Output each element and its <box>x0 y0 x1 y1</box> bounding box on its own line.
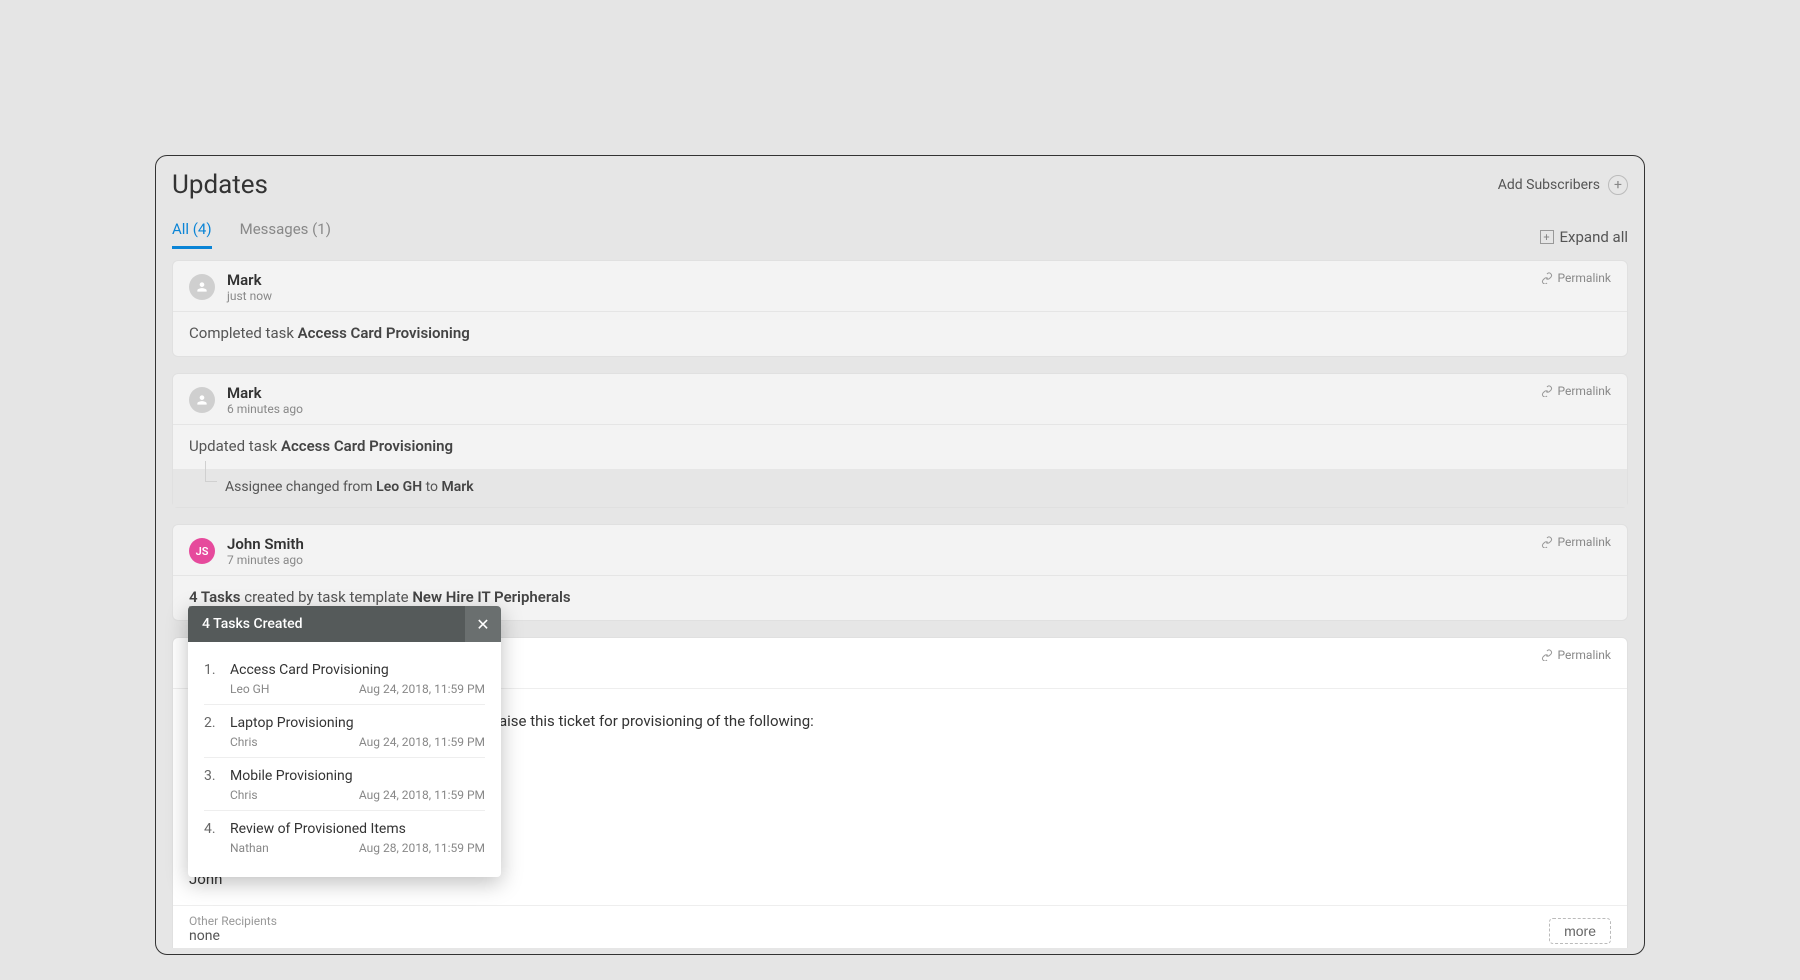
task-due: Aug 24, 2018, 11:59 PM <box>359 682 485 696</box>
avatar <box>189 387 215 413</box>
card-header: Mark 6 minutes ago Permalink <box>173 374 1627 425</box>
permalink-label: Permalink <box>1557 535 1611 549</box>
other-recipients-value: none <box>189 928 277 944</box>
task-item[interactable]: 1. Access Card Provisioning Leo GH Aug 2… <box>204 652 485 704</box>
change-detail: Assignee changed from Leo GH to Mark <box>173 469 1627 507</box>
permalink-label: Permalink <box>1557 384 1611 398</box>
popup-header: 4 Tasks Created ✕ <box>188 606 501 642</box>
task-title: Laptop Provisioning <box>230 715 485 731</box>
tab-all[interactable]: All (4) <box>172 220 212 249</box>
permalink-link[interactable]: Permalink <box>1541 648 1611 662</box>
avatar: JS <box>189 538 215 564</box>
tabs-row: All (4) Messages (1) + Expand all <box>156 220 1644 250</box>
link-icon <box>1541 649 1553 661</box>
task-index: 2. <box>204 715 220 749</box>
task-item[interactable]: 4. Review of Provisioned Items Nathan Au… <box>204 810 485 863</box>
card-header: JS John Smith 7 minutes ago Permalink <box>173 525 1627 576</box>
card-body: Updated task Access Card Provisioning <box>173 425 1627 469</box>
permalink-link[interactable]: Permalink <box>1541 271 1611 285</box>
task-index: 1. <box>204 662 220 696</box>
task-link[interactable]: Access Card Provisioning <box>281 437 453 455</box>
popup-close-button[interactable]: ✕ <box>465 606 501 642</box>
template-link[interactable]: New Hire IT Peripherals <box>412 588 570 606</box>
permalink-link[interactable]: Permalink <box>1541 535 1611 549</box>
tab-messages[interactable]: Messages (1) <box>240 220 331 249</box>
popup-body: 1. Access Card Provisioning Leo GH Aug 2… <box>188 642 501 877</box>
activity-card: Mark 6 minutes ago Permalink Updated tas… <box>172 373 1628 508</box>
expand-icon: + <box>1540 230 1554 244</box>
task-due: Aug 28, 2018, 11:59 PM <box>359 841 485 855</box>
assignee-from: Leo GH <box>376 479 422 495</box>
tabs: All (4) Messages (1) <box>172 220 331 250</box>
timestamp: just now <box>227 289 272 303</box>
link-icon <box>1541 536 1553 548</box>
created-text: created by task template <box>241 588 413 606</box>
task-assignee: Nathan <box>230 841 269 855</box>
card-header: Mark just now Permalink <box>173 261 1627 312</box>
author-name: Mark <box>227 384 303 402</box>
more-button[interactable]: more <box>1549 918 1611 944</box>
add-subscribers-label: Add Subscribers <box>1498 177 1600 193</box>
author-name: John Smith <box>227 535 304 553</box>
header: Updates Add Subscribers + <box>156 156 1644 208</box>
add-subscribers-button[interactable]: Add Subscribers + <box>1498 175 1628 195</box>
task-link[interactable]: Access Card Provisioning <box>298 324 470 342</box>
task-item[interactable]: 3. Mobile Provisioning Chris Aug 24, 201… <box>204 757 485 810</box>
task-title: Review of Provisioned Items <box>230 821 485 837</box>
permalink-label: Permalink <box>1557 271 1611 285</box>
timestamp: 6 minutes ago <box>227 402 303 416</box>
task-title: Mobile Provisioning <box>230 768 485 784</box>
action-text: Updated task <box>189 437 281 455</box>
other-recipients-label: Other Recipients <box>189 914 277 928</box>
task-index: 3. <box>204 768 220 802</box>
tasks-created-link[interactable]: 4 Tasks <box>189 588 241 607</box>
permalink-link[interactable]: Permalink <box>1541 384 1611 398</box>
popup-title: 4 Tasks Created <box>188 606 465 642</box>
other-recipients-row: Other Recipients none more <box>173 905 1627 948</box>
page-title: Updates <box>172 170 268 200</box>
tasks-created-popup: 4 Tasks Created ✕ 1. Access Card Provisi… <box>188 606 501 877</box>
task-assignee: Chris <box>230 788 258 802</box>
timestamp: 7 minutes ago <box>227 553 304 567</box>
close-icon: ✕ <box>476 615 489 634</box>
task-due: Aug 24, 2018, 11:59 PM <box>359 735 485 749</box>
expand-all-button[interactable]: + Expand all <box>1540 228 1628 250</box>
task-assignee: Leo GH <box>230 682 269 696</box>
avatar-initials: JS <box>196 545 209 558</box>
task-title: Access Card Provisioning <box>230 662 485 678</box>
expand-all-label: Expand all <box>1560 228 1628 246</box>
link-icon <box>1541 272 1553 284</box>
action-text: Completed task <box>189 324 298 342</box>
activity-card: Mark just now Permalink Completed task A… <box>172 260 1628 357</box>
change-mid: to <box>422 479 441 495</box>
task-assignee: Chris <box>230 735 258 749</box>
link-icon <box>1541 385 1553 397</box>
user-icon <box>195 393 209 407</box>
card-body: Completed task Access Card Provisioning <box>173 312 1627 356</box>
permalink-label: Permalink <box>1557 648 1611 662</box>
plus-icon: + <box>1608 175 1628 195</box>
task-index: 4. <box>204 821 220 855</box>
change-text: Assignee changed from <box>225 479 376 495</box>
author-name: Mark <box>227 271 272 289</box>
updates-panel: Updates Add Subscribers + All (4) Messag… <box>155 155 1645 955</box>
task-item[interactable]: 2. Laptop Provisioning Chris Aug 24, 201… <box>204 704 485 757</box>
avatar <box>189 274 215 300</box>
assignee-to: Mark <box>442 479 474 495</box>
user-icon <box>195 280 209 294</box>
task-due: Aug 24, 2018, 11:59 PM <box>359 788 485 802</box>
